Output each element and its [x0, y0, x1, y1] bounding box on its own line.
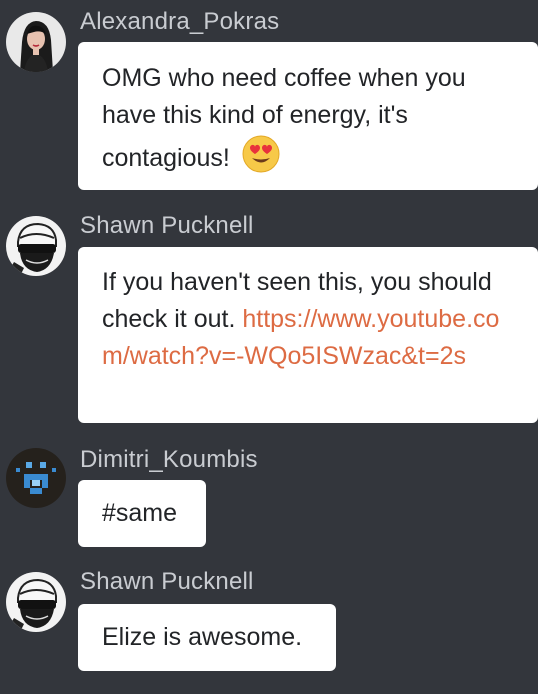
username[interactable]: Shawn Pucknell [80, 568, 254, 596]
message-bubble: If you haven't seen this, you should che… [78, 247, 538, 423]
avatar[interactable] [6, 216, 66, 276]
avatar[interactable] [6, 572, 66, 632]
masked-face-avatar-icon [6, 216, 66, 276]
avatar[interactable] [6, 448, 66, 508]
username[interactable]: Shawn Pucknell [80, 212, 254, 240]
avatar[interactable] [6, 12, 66, 72]
message-bubble: Elize is awesome. [78, 604, 336, 671]
message-text: Elize is awesome. [102, 623, 303, 651]
username[interactable]: Alexandra_Pokras [80, 8, 279, 36]
message-text: #same [102, 499, 178, 527]
chat-feed: Alexandra_Pokras OMG who need coffee whe… [0, 0, 538, 694]
pixel-face-avatar-icon [6, 448, 66, 508]
message-bubble: #same [78, 480, 206, 547]
masked-face-avatar-icon [6, 572, 66, 632]
message-text: OMG who need coffee when you have this k… [102, 64, 466, 172]
profile-photo-woman-icon [6, 12, 66, 72]
heart-eyes-emoji-icon [242, 135, 280, 173]
message-bubble: OMG who need coffee when you have this k… [78, 42, 538, 190]
username[interactable]: Dimitri_Koumbis [80, 446, 258, 474]
